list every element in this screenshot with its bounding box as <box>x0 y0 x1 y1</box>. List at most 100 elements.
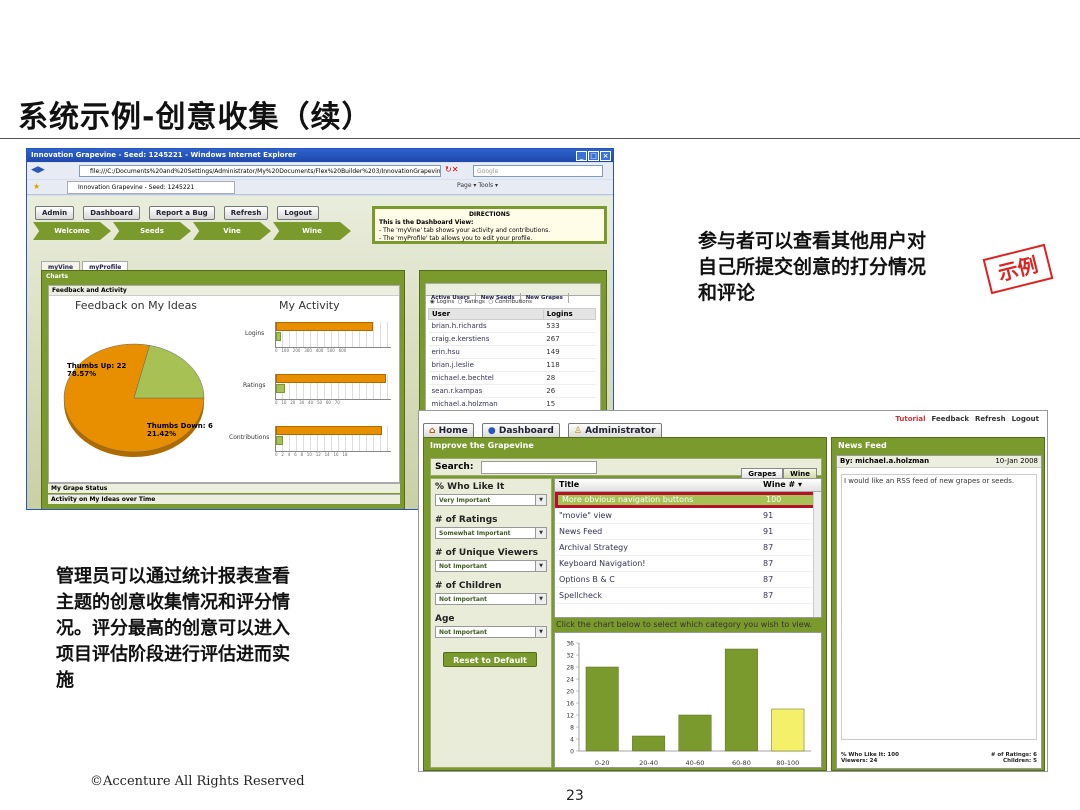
news-body: I would like an RSS feed of new grapes o… <box>841 474 1037 740</box>
filter-age-value: Not Important <box>439 629 488 636</box>
filter-age-select[interactable]: Not Important ▼ <box>435 626 547 638</box>
minimize-icon[interactable]: _ <box>576 151 587 161</box>
ie-tools-menu[interactable]: Page ▾ Tools ▾ <box>457 182 498 189</box>
list-item[interactable]: News Feed 91 <box>555 524 821 540</box>
col-wine[interactable]: Wine # ▾ <box>763 480 802 489</box>
news-feed-panel: News Feed By: michael.a.holzman 10-Jan 2… <box>831 437 1045 771</box>
logout-link[interactable]: Logout <box>1012 415 1039 423</box>
address-input[interactable]: file:///C:/Documents%20and%20Settings/Ad… <box>79 165 441 177</box>
bar[interactable] <box>632 735 666 752</box>
favorites-star-icon[interactable]: ★ <box>33 182 40 191</box>
activity-bar-logins: 0 100 200 300 400 500 600 <box>275 320 391 353</box>
step-wine[interactable]: Wine <box>273 222 351 240</box>
filter-viewers-select[interactable]: Not Important ▼ <box>435 560 547 572</box>
user-name: brian.h.richards <box>428 319 544 333</box>
step-welcome[interactable]: Welcome <box>33 222 111 240</box>
globe-icon: ● <box>487 426 496 436</box>
search-label: Search: <box>435 462 474 472</box>
bar[interactable] <box>771 708 805 752</box>
user-name: brian.j.leslie <box>428 358 544 372</box>
activity-track <box>275 426 391 452</box>
radio-off-icon[interactable]: ○ <box>488 299 493 305</box>
table-row[interactable]: sean.r.kampas 26 <box>428 384 596 398</box>
annotation-left-line-5: 施 <box>56 670 74 691</box>
radio-contributions[interactable]: Contributions <box>495 299 532 305</box>
radio-ratings[interactable]: Ratings <box>464 299 485 305</box>
news-byline: By: michael.a.holzman 10-Jan 2008 <box>837 456 1041 468</box>
grape-status-header[interactable]: My Grape Status <box>48 483 400 493</box>
chevron-down-icon[interactable]: ▼ <box>535 627 546 637</box>
bar-chart-svg[interactable]: 0 4 8 12 16 20 24 28 32 36 0-20 20-40 40-60 60-80 80-1… <box>555 633 821 767</box>
table-row[interactable]: erin.hsu 149 <box>428 345 596 359</box>
filter-like-select[interactable]: Very Important ▼ <box>435 494 547 506</box>
filter-ratings-select[interactable]: Somewhat Important ▼ <box>435 527 547 539</box>
chevron-down-icon[interactable]: ▼ <box>535 594 546 604</box>
activity-bar-2 <box>276 436 283 445</box>
directions-line-3: - The 'myProfile' tab allows you to edit… <box>379 235 533 242</box>
annotation-left-line-1: 管理员可以通过统计报表查看 <box>56 566 290 587</box>
feedback-link[interactable]: Feedback <box>931 415 969 423</box>
admin-window: Tutorial Feedback Refresh Logout ⌂ Home ● D… <box>418 410 1048 772</box>
col-title[interactable]: Title <box>559 480 579 489</box>
activity-bar-ratings: 0 10 20 30 40 50 60 70 <box>275 372 391 405</box>
filter-ratings-value: Somewhat Important <box>439 530 511 537</box>
reset-default-button[interactable]: Reset to Default <box>443 652 537 667</box>
table-row[interactable]: brian.j.leslie 118 <box>428 358 596 372</box>
list-item[interactable]: "movie" view 91 <box>555 508 821 524</box>
bar[interactable] <box>585 666 619 752</box>
chevron-down-icon[interactable]: ▼ <box>535 495 546 505</box>
table-row[interactable]: michael.a.holzman 15 <box>428 397 596 411</box>
col-logins[interactable]: Logins <box>542 308 597 320</box>
feedback-title: Feedback on My Ideas <box>75 299 198 312</box>
radio-on-icon[interactable]: ◉ <box>430 299 435 305</box>
news-date: 10-Jan 2008 <box>995 457 1038 465</box>
activity-axis: 0 10 20 30 40 50 60 70 <box>275 400 340 405</box>
step-vine[interactable]: Vine <box>193 222 271 240</box>
maximize-icon[interactable]: □ <box>588 151 599 161</box>
activity-axis: 0 100 200 300 400 500 600 <box>275 348 347 353</box>
refresh-link[interactable]: Refresh <box>975 415 1006 423</box>
improve-panel: Improve the Grapevine Search: Grapes Wine… <box>423 437 827 771</box>
list-item[interactable]: Spellcheck 87 <box>555 588 821 604</box>
list-item[interactable]: Archival Strategy 87 <box>555 540 821 556</box>
table-row[interactable]: craig.e.kerstiens 267 <box>428 332 596 346</box>
col-user[interactable]: User <box>428 308 544 320</box>
bar[interactable] <box>724 648 758 752</box>
user-icon: ♙ <box>573 426 582 436</box>
tutorial-link[interactable]: Tutorial <box>895 415 925 423</box>
wine-bar-chart[interactable]: 0 4 8 12 16 20 24 28 32 36 0-20 20-40 40-60 60-80 80-1… <box>554 632 822 768</box>
table-row[interactable]: brian.h.richards 533 <box>428 319 596 333</box>
list-item[interactable]: Keyboard Navigation! 87 <box>555 556 821 572</box>
search-input[interactable]: Google <box>473 165 603 177</box>
news-stat-children: Children: 5 <box>1003 758 1037 764</box>
grape-activity-header[interactable]: Activity on My Ideas over Time <box>48 494 400 504</box>
user-logins: 267 <box>543 332 596 346</box>
list-item-selected[interactable]: More obvious navigation buttons 100 <box>555 492 821 508</box>
close-icon[interactable]: × <box>600 151 611 161</box>
filter-children-select[interactable]: Not Important ▼ <box>435 593 547 605</box>
top-links: Tutorial Feedback Refresh Logout <box>889 415 1039 423</box>
refresh-stop-icon[interactable]: ↻✕ <box>445 165 458 174</box>
step-seeds[interactable]: Seeds <box>113 222 191 240</box>
activity-track <box>275 374 391 400</box>
bar[interactable] <box>678 714 712 752</box>
table-row[interactable]: michael.e.bechtel 28 <box>428 371 596 385</box>
search-input[interactable] <box>481 461 597 474</box>
idea-wine: 100 <box>766 495 782 504</box>
chevron-down-icon[interactable]: ▼ <box>535 561 546 571</box>
list-scrollbar[interactable] <box>813 492 821 617</box>
user-logins: 118 <box>543 358 596 372</box>
directions-box: DIRECTIONS This is the Dashboard View: -… <box>372 206 607 244</box>
back-forward-icon[interactable]: ◀▶ <box>31 165 45 175</box>
idea-wine: 87 <box>763 575 774 584</box>
feedback-pie <box>63 343 205 457</box>
slide: 系统示例-创意收集（续） Innovation Grapevine - Seed… <box>0 0 1080 810</box>
radio-logins[interactable]: Logins <box>437 299 455 305</box>
pie-label-up-pct: 78.57% <box>67 370 97 378</box>
ie-tab[interactable]: Innovation Grapevine - Seed: 1245221 <box>67 181 235 194</box>
list-item[interactable]: Options B & C 87 <box>555 572 821 588</box>
user-logins: 149 <box>543 345 596 359</box>
radio-off-icon[interactable]: ○ <box>458 299 463 305</box>
chevron-down-icon[interactable]: ▼ <box>535 528 546 538</box>
annotation-left-line-2: 主题的创意收集情况和评分情 <box>56 592 290 613</box>
